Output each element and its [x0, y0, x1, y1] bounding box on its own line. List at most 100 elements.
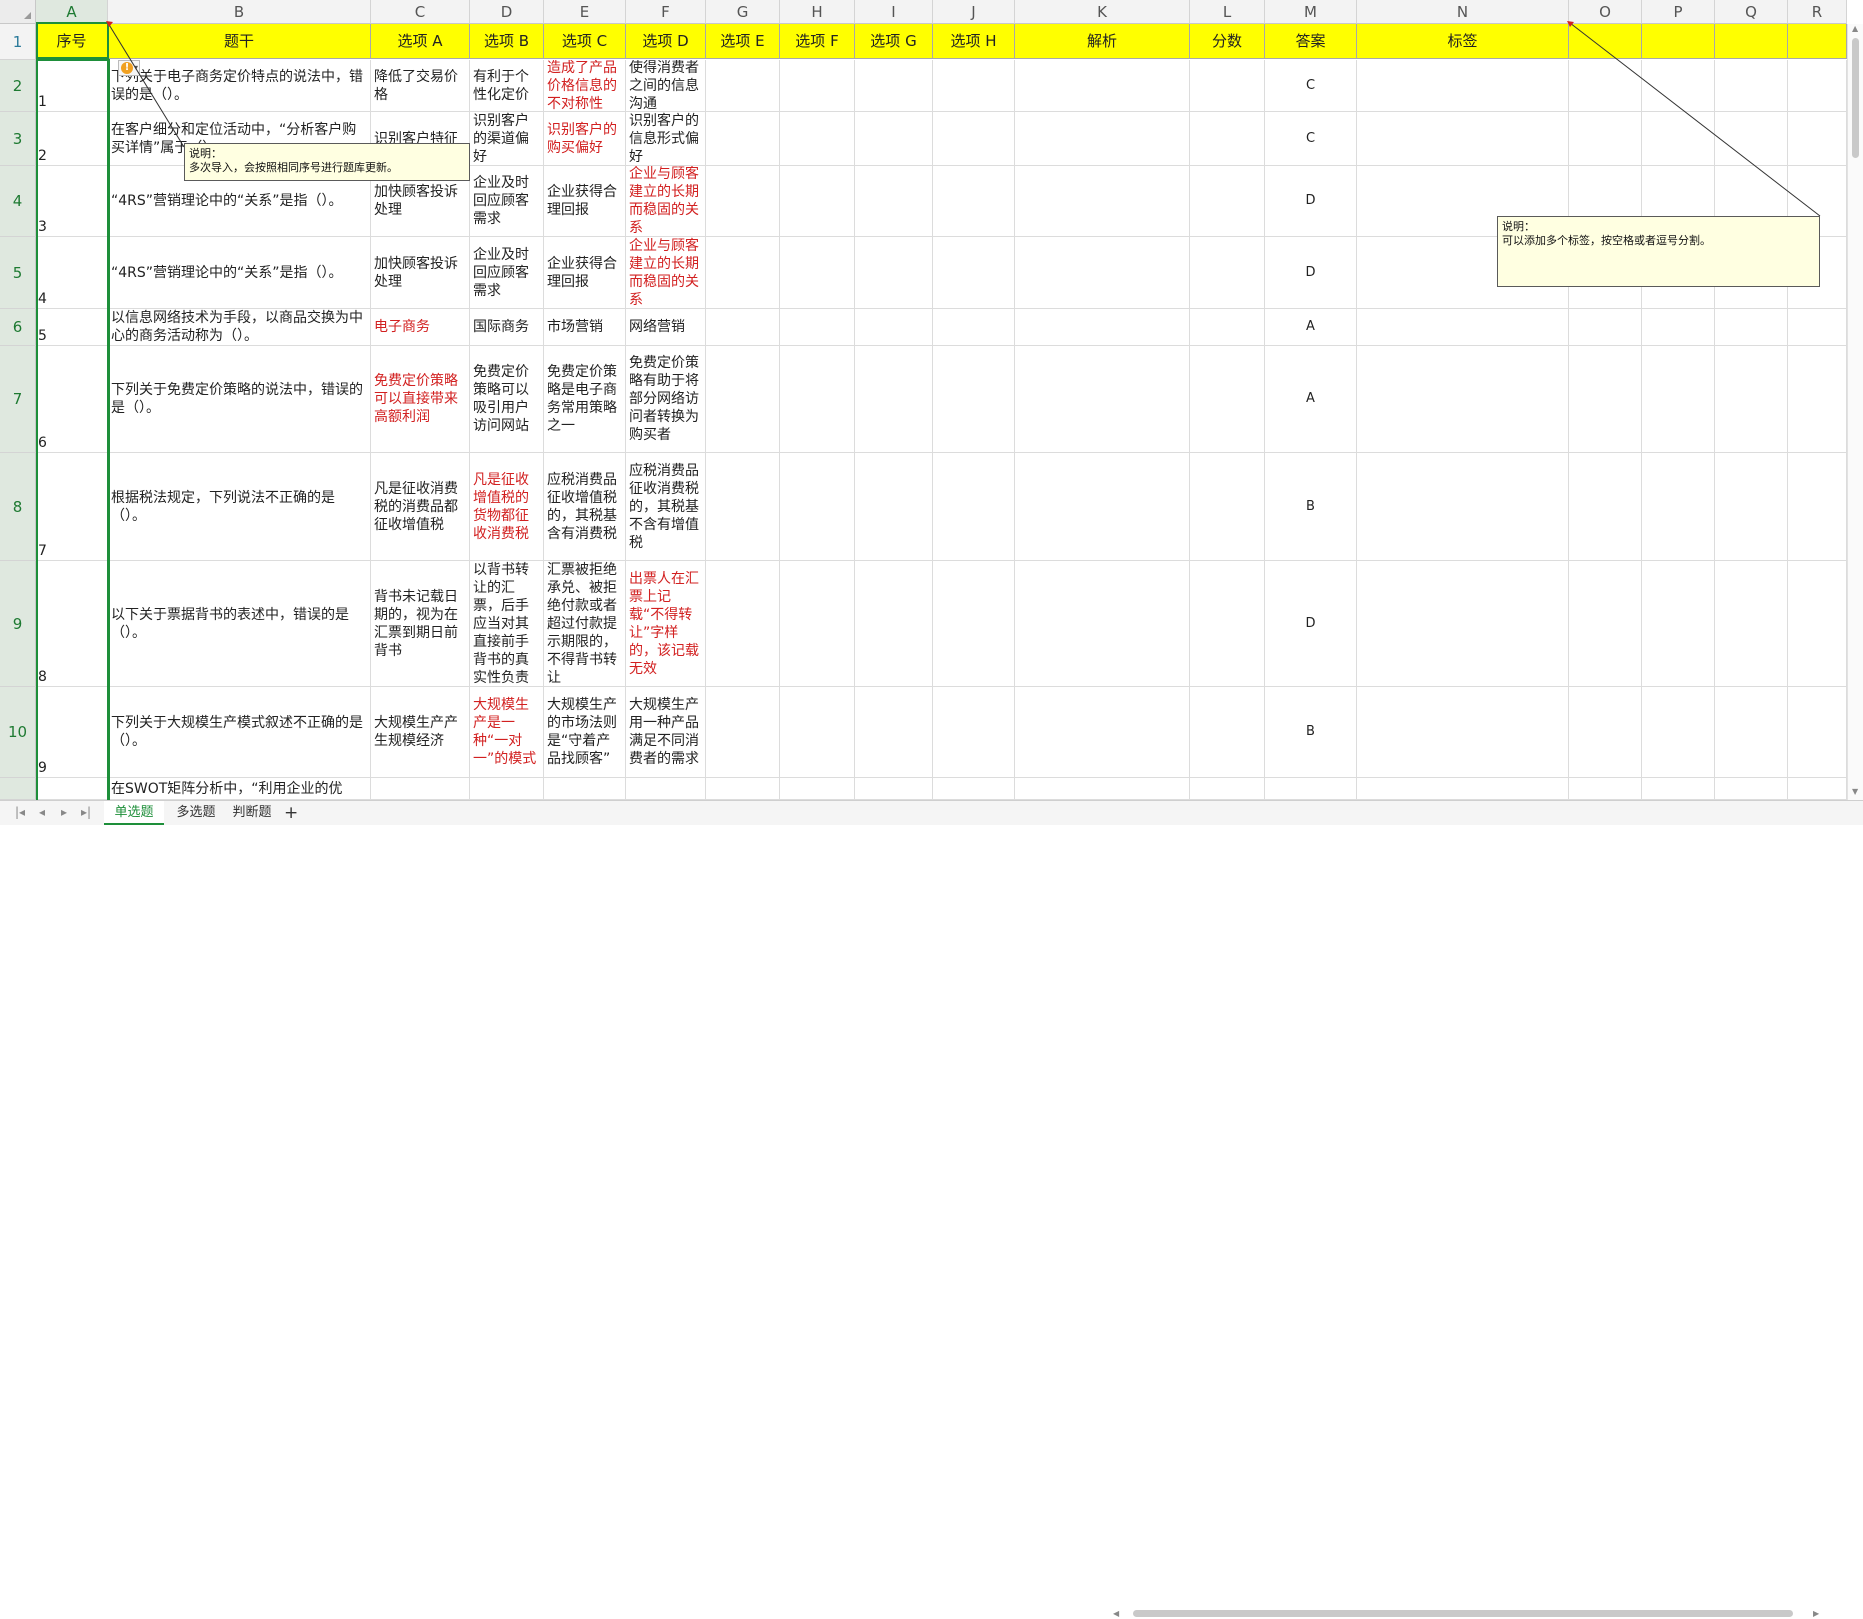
last-sheet-icon[interactable]: ▸|: [78, 805, 94, 819]
option-c-cell[interactable]: 免费定价策略是电子商务常用策略之一: [544, 346, 626, 453]
scroll-down-icon[interactable]: ▼: [1852, 787, 1858, 796]
empty-cell[interactable]: [1357, 309, 1569, 346]
column-header-k[interactable]: K: [1015, 0, 1190, 24]
stem-cell[interactable]: 以下关于票据背书的表述中，错误的是（）。: [108, 561, 371, 687]
option-b-cell[interactable]: 凡是征收增值税的货物都征收消费税: [470, 453, 544, 561]
scroll-left-icon[interactable]: ◀: [1113, 1609, 1119, 1618]
empty-cell[interactable]: [1788, 687, 1847, 778]
answer-cell[interactable]: A: [1265, 346, 1357, 453]
option-b-cell[interactable]: 有利于个性化定价: [470, 60, 544, 112]
sheet-tab-single-choice[interactable]: 单选题: [104, 801, 164, 825]
empty-cell[interactable]: [1715, 453, 1788, 561]
header-cell-p[interactable]: [1642, 24, 1715, 59]
scroll-up-icon[interactable]: ▲: [1852, 24, 1858, 33]
column-header-q[interactable]: Q: [1715, 0, 1788, 24]
option-c-cell[interactable]: 识别客户的购买偏好: [544, 112, 626, 166]
column-header-a[interactable]: A: [36, 0, 108, 24]
option-c-cell[interactable]: 市场营销: [544, 309, 626, 346]
select-all-corner[interactable]: [0, 0, 36, 24]
option-c-cell[interactable]: 企业获得合理回报: [544, 166, 626, 237]
answer-cell[interactable]: D: [1265, 166, 1357, 237]
option-c-cell[interactable]: 企业获得合理回报: [544, 237, 626, 309]
empty-cell[interactable]: [1642, 561, 1715, 687]
empty-cell[interactable]: [706, 166, 780, 237]
option-d-cell[interactable]: 应税消费品征收消费税的，其税基不含有增值税: [626, 453, 706, 561]
empty-cell[interactable]: [1190, 561, 1265, 687]
stem-cell[interactable]: 下列关于免费定价策略的说法中，错误的是（）。: [108, 346, 371, 453]
row-header-9[interactable]: 9: [0, 561, 36, 687]
seq-cell[interactable]: 9: [36, 687, 108, 778]
seq-cell[interactable]: 3: [36, 166, 108, 237]
empty-cell[interactable]: [1015, 561, 1190, 687]
empty-cell[interactable]: [855, 453, 933, 561]
empty-cell[interactable]: [1357, 453, 1569, 561]
empty-cell[interactable]: [1715, 778, 1788, 800]
option-b-cell[interactable]: 企业及时回应顾客需求: [470, 237, 544, 309]
column-header-p[interactable]: P: [1642, 0, 1715, 24]
empty-cell[interactable]: [1190, 166, 1265, 237]
empty-cell[interactable]: [1569, 687, 1642, 778]
empty-cell[interactable]: [1569, 346, 1642, 453]
empty-cell[interactable]: [1015, 346, 1190, 453]
header-cell-c[interactable]: 选项 A: [371, 24, 470, 59]
option-c-cell[interactable]: 汇票被拒绝承兑、被拒绝付款或者超过付款提示期限的，不得背书转让: [544, 561, 626, 687]
empty-cell[interactable]: [780, 778, 855, 800]
empty-cell[interactable]: [1788, 309, 1847, 346]
answer-cell[interactable]: [1265, 778, 1357, 800]
column-header-g[interactable]: G: [706, 0, 780, 24]
empty-cell[interactable]: [706, 309, 780, 346]
option-d-cell[interactable]: 企业与顾客建立的长期而稳固的关系: [626, 166, 706, 237]
empty-cell[interactable]: [1357, 687, 1569, 778]
header-cell-e[interactable]: 选项 C: [544, 24, 626, 59]
empty-cell[interactable]: [1715, 60, 1788, 112]
empty-cell[interactable]: [1190, 237, 1265, 309]
answer-cell[interactable]: B: [1265, 453, 1357, 561]
option-b-cell[interactable]: 识别客户的渠道偏好: [470, 112, 544, 166]
empty-cell[interactable]: [1715, 309, 1788, 346]
empty-cell[interactable]: [855, 237, 933, 309]
next-sheet-icon[interactable]: ▸: [56, 805, 72, 819]
column-header-l[interactable]: L: [1190, 0, 1265, 24]
answer-cell[interactable]: D: [1265, 237, 1357, 309]
empty-cell[interactable]: [1569, 112, 1642, 166]
seq-cell[interactable]: [36, 778, 108, 800]
empty-cell[interactable]: [1715, 561, 1788, 687]
empty-cell[interactable]: [1642, 309, 1715, 346]
option-b-cell[interactable]: 以背书转让的汇票，后手应当对其直接前手背书的真实性负责: [470, 561, 544, 687]
seq-cell[interactable]: 6: [36, 346, 108, 453]
header-cell-g[interactable]: 选项 E: [706, 24, 780, 59]
sheet-tab-multi-choice[interactable]: 多选题: [166, 801, 226, 825]
header-cell-l[interactable]: 分数: [1190, 24, 1265, 59]
option-d-cell[interactable]: 识别客户的信息形式偏好: [626, 112, 706, 166]
empty-cell[interactable]: [706, 346, 780, 453]
column-header-c[interactable]: C: [371, 0, 470, 24]
empty-cell[interactable]: [1190, 309, 1265, 346]
empty-cell[interactable]: [780, 309, 855, 346]
empty-cell[interactable]: [780, 453, 855, 561]
row-header-5[interactable]: 5: [0, 237, 36, 309]
empty-cell[interactable]: [706, 60, 780, 112]
empty-cell[interactable]: [1569, 60, 1642, 112]
column-header-e[interactable]: E: [544, 0, 626, 24]
vertical-scrollbar[interactable]: ▲ ▼: [1847, 24, 1863, 800]
empty-cell[interactable]: [1357, 778, 1569, 800]
header-cell-k[interactable]: 解析: [1015, 24, 1190, 59]
scroll-right-icon[interactable]: ▶: [1813, 1609, 1819, 1618]
empty-cell[interactable]: [1642, 112, 1715, 166]
empty-cell[interactable]: [933, 346, 1015, 453]
option-a-cell[interactable]: 电子商务: [371, 309, 470, 346]
row-header-3[interactable]: 3: [0, 112, 36, 166]
seq-cell[interactable]: 4: [36, 237, 108, 309]
empty-cell[interactable]: [1015, 453, 1190, 561]
empty-cell[interactable]: [1357, 112, 1569, 166]
empty-cell[interactable]: [1015, 687, 1190, 778]
empty-cell[interactable]: [933, 561, 1015, 687]
stem-cell[interactable]: 下列关于电子商务定价特点的说法中，错误的是（）。: [108, 60, 371, 112]
empty-cell[interactable]: [855, 346, 933, 453]
empty-cell[interactable]: [855, 687, 933, 778]
empty-cell[interactable]: [780, 60, 855, 112]
option-d-cell[interactable]: 使得消费者之间的信息沟通: [626, 60, 706, 112]
empty-cell[interactable]: [780, 112, 855, 166]
header-cell-h[interactable]: 选项 F: [780, 24, 855, 59]
empty-cell[interactable]: [1357, 561, 1569, 687]
